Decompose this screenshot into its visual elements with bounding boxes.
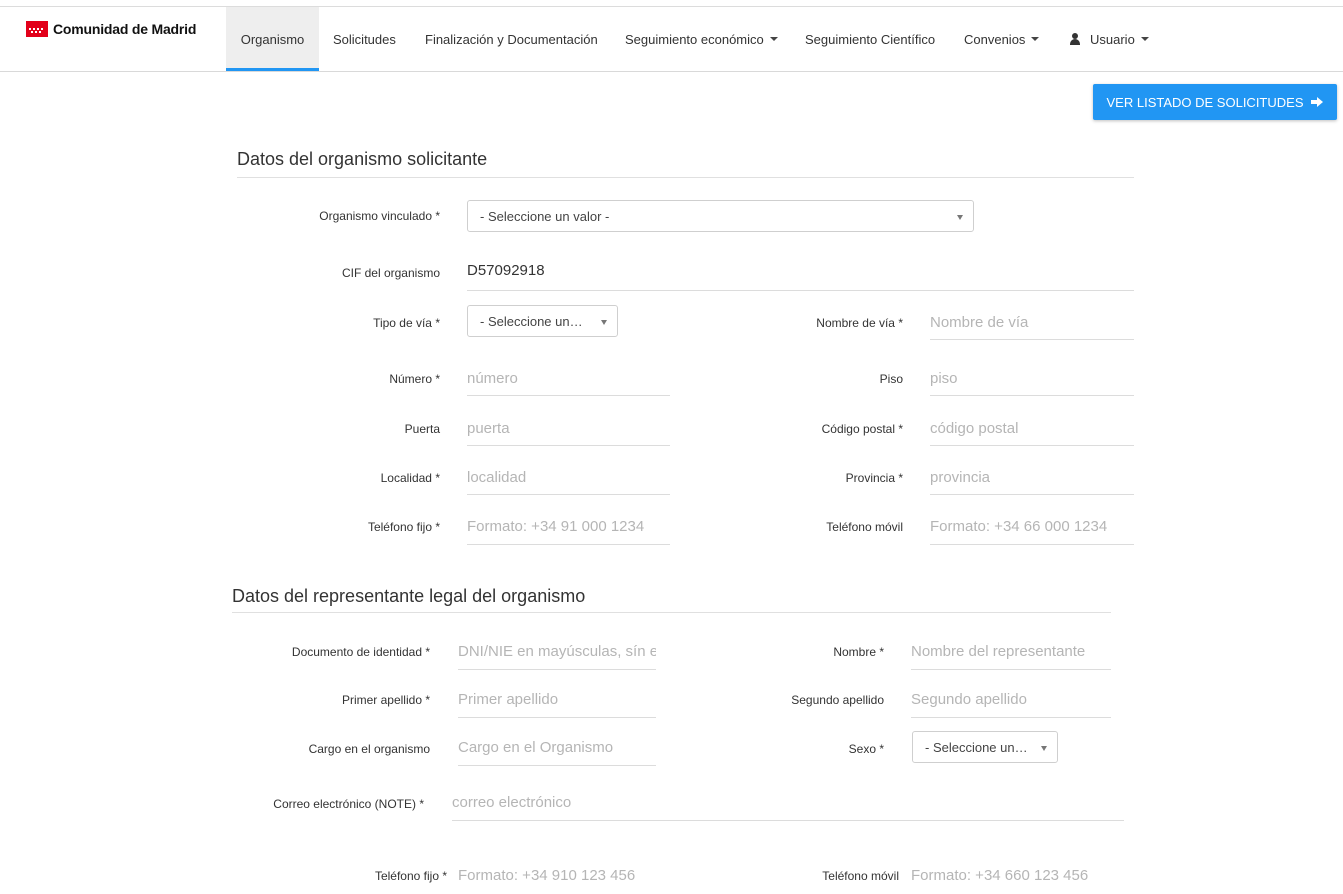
organismo-vinculado-select[interactable]: - Seleccione un valor - (467, 200, 974, 232)
nombre-input[interactable]: Nombre del representante (911, 637, 1111, 670)
chevron-down-icon (1031, 37, 1040, 41)
ver-listado-label: VER LISTADO DE SOLICITUDES (1106, 94, 1304, 110)
nav-seguimiento-economico-label: Seguimiento económico (625, 31, 764, 47)
nombre-label: Nombre * (833, 645, 884, 659)
telefono-fijo-input[interactable]: Formato: +34 91 000 1234 (467, 512, 670, 545)
top-navbar: Comunidad de Madrid Organismo Solicitude… (0, 7, 1343, 71)
correo-input[interactable]: correo electrónico (452, 788, 1124, 821)
numero-label: Número * (389, 372, 440, 386)
chevron-down-icon (769, 37, 778, 41)
segundo-apellido-label: Segundo apellido (791, 693, 884, 707)
nav-usuario[interactable]: Usuario (1068, 7, 1149, 71)
brand-logo[interactable]: Comunidad de Madrid (26, 18, 196, 40)
section-divider (237, 177, 1134, 178)
numero-input[interactable]: número (467, 364, 670, 396)
chevron-down-icon (1140, 37, 1149, 41)
organismo-vinculado-value: - Seleccione un valor - (480, 209, 610, 224)
nav-seguimiento-cientifico[interactable]: Seguimiento Científico (805, 7, 935, 71)
arrow-right-icon (1311, 97, 1324, 107)
nav-organismo-label: Organismo (240, 31, 305, 47)
nav-organismo[interactable]: Organismo (226, 7, 319, 71)
section-organismo-title: Datos del organismo solicitante (237, 149, 488, 169)
telefono-movil-label: Teléfono móvil (826, 520, 903, 534)
sexo-value: - Seleccione un… (925, 740, 1028, 755)
tipo-via-select[interactable]: - Seleccione un… (467, 305, 618, 337)
piso-input[interactable]: piso (930, 364, 1134, 396)
documento-label: Documento de identidad * (291, 645, 430, 659)
madrid-flag-icon (26, 21, 48, 37)
nombre-via-label: Nombre de vía * (816, 316, 903, 330)
dropdown-arrow-icon (1041, 746, 1047, 751)
segundo-apellido-input[interactable]: Segundo apellido (911, 685, 1111, 718)
sexo-label: Sexo * (848, 742, 884, 756)
nav-finalizacion[interactable]: Finalización y Documentación (425, 7, 598, 71)
codigo-postal-label: Código postal * (821, 422, 903, 436)
telefono-fijo-rep-input[interactable]: Formato: +34 910 123 456 (458, 861, 656, 894)
dropdown-arrow-icon (601, 320, 607, 325)
tipo-via-value: - Seleccione un… (480, 314, 583, 329)
nav-solicitudes-label: Solicitudes (333, 31, 396, 47)
primer-apellido-label: Primer apellido * (341, 693, 430, 707)
brand-name: Comunidad de Madrid (53, 21, 197, 37)
user-icon (1068, 32, 1082, 46)
telefono-fijo-rep-label: Teléfono fijo * (374, 869, 447, 883)
nav-convenios-label: Convenios (964, 31, 1026, 47)
telefono-movil-input[interactable]: Formato: +34 66 000 1234 (930, 512, 1134, 545)
tipo-via-label: Tipo de vía * (373, 316, 440, 330)
primer-apellido-input[interactable]: Primer apellido (458, 685, 656, 718)
correo-label: Correo electrónico (NOTE) * (273, 797, 424, 811)
dropdown-arrow-icon (957, 215, 963, 220)
telefono-movil-rep-label: Teléfono móvil (822, 869, 899, 883)
section-divider (232, 612, 1111, 613)
nav-finalizacion-label: Finalización y Documentación (425, 31, 598, 47)
cif-label: CIF del organismo (341, 266, 440, 280)
nav-solicitudes[interactable]: Solicitudes (333, 7, 396, 71)
nav-convenios[interactable]: Convenios (964, 7, 1040, 71)
provincia-input[interactable]: provincia (930, 463, 1134, 495)
ver-listado-button[interactable]: VER LISTADO DE SOLICITUDES (1093, 84, 1337, 120)
localidad-input[interactable]: localidad (467, 463, 670, 495)
codigo-postal-input[interactable]: código postal (930, 414, 1134, 446)
documento-input[interactable]: DNI/NIE en mayúsculas, sín e (458, 637, 656, 670)
nav-seguimiento-cientifico-label: Seguimiento Científico (805, 31, 936, 47)
nav-seguimiento-economico[interactable]: Seguimiento económico (625, 7, 778, 71)
puerta-label: Puerta (404, 422, 440, 436)
nav-usuario-label: Usuario (1090, 31, 1135, 47)
piso-label: Piso (879, 372, 903, 386)
cargo-input[interactable]: Cargo en el Organismo (458, 733, 656, 766)
section-representante-title: Datos del representante legal del organi… (232, 586, 586, 606)
sexo-select[interactable]: - Seleccione un… (912, 731, 1058, 763)
localidad-label: Localidad * (380, 471, 440, 485)
cif-field: D57092918 (467, 256, 1134, 291)
provincia-label: Provincia * (845, 471, 903, 485)
nombre-via-input[interactable]: Nombre de vía (930, 308, 1134, 340)
organismo-vinculado-label: Organismo vinculado * (319, 209, 440, 223)
puerta-input[interactable]: puerta (467, 414, 670, 446)
telefono-movil-rep-input[interactable]: Formato: +34 660 123 456 (911, 861, 1111, 894)
cargo-label: Cargo en el organismo (308, 742, 430, 756)
telefono-fijo-label: Teléfono fijo * (367, 520, 440, 534)
navbar-divider (0, 71, 1343, 72)
